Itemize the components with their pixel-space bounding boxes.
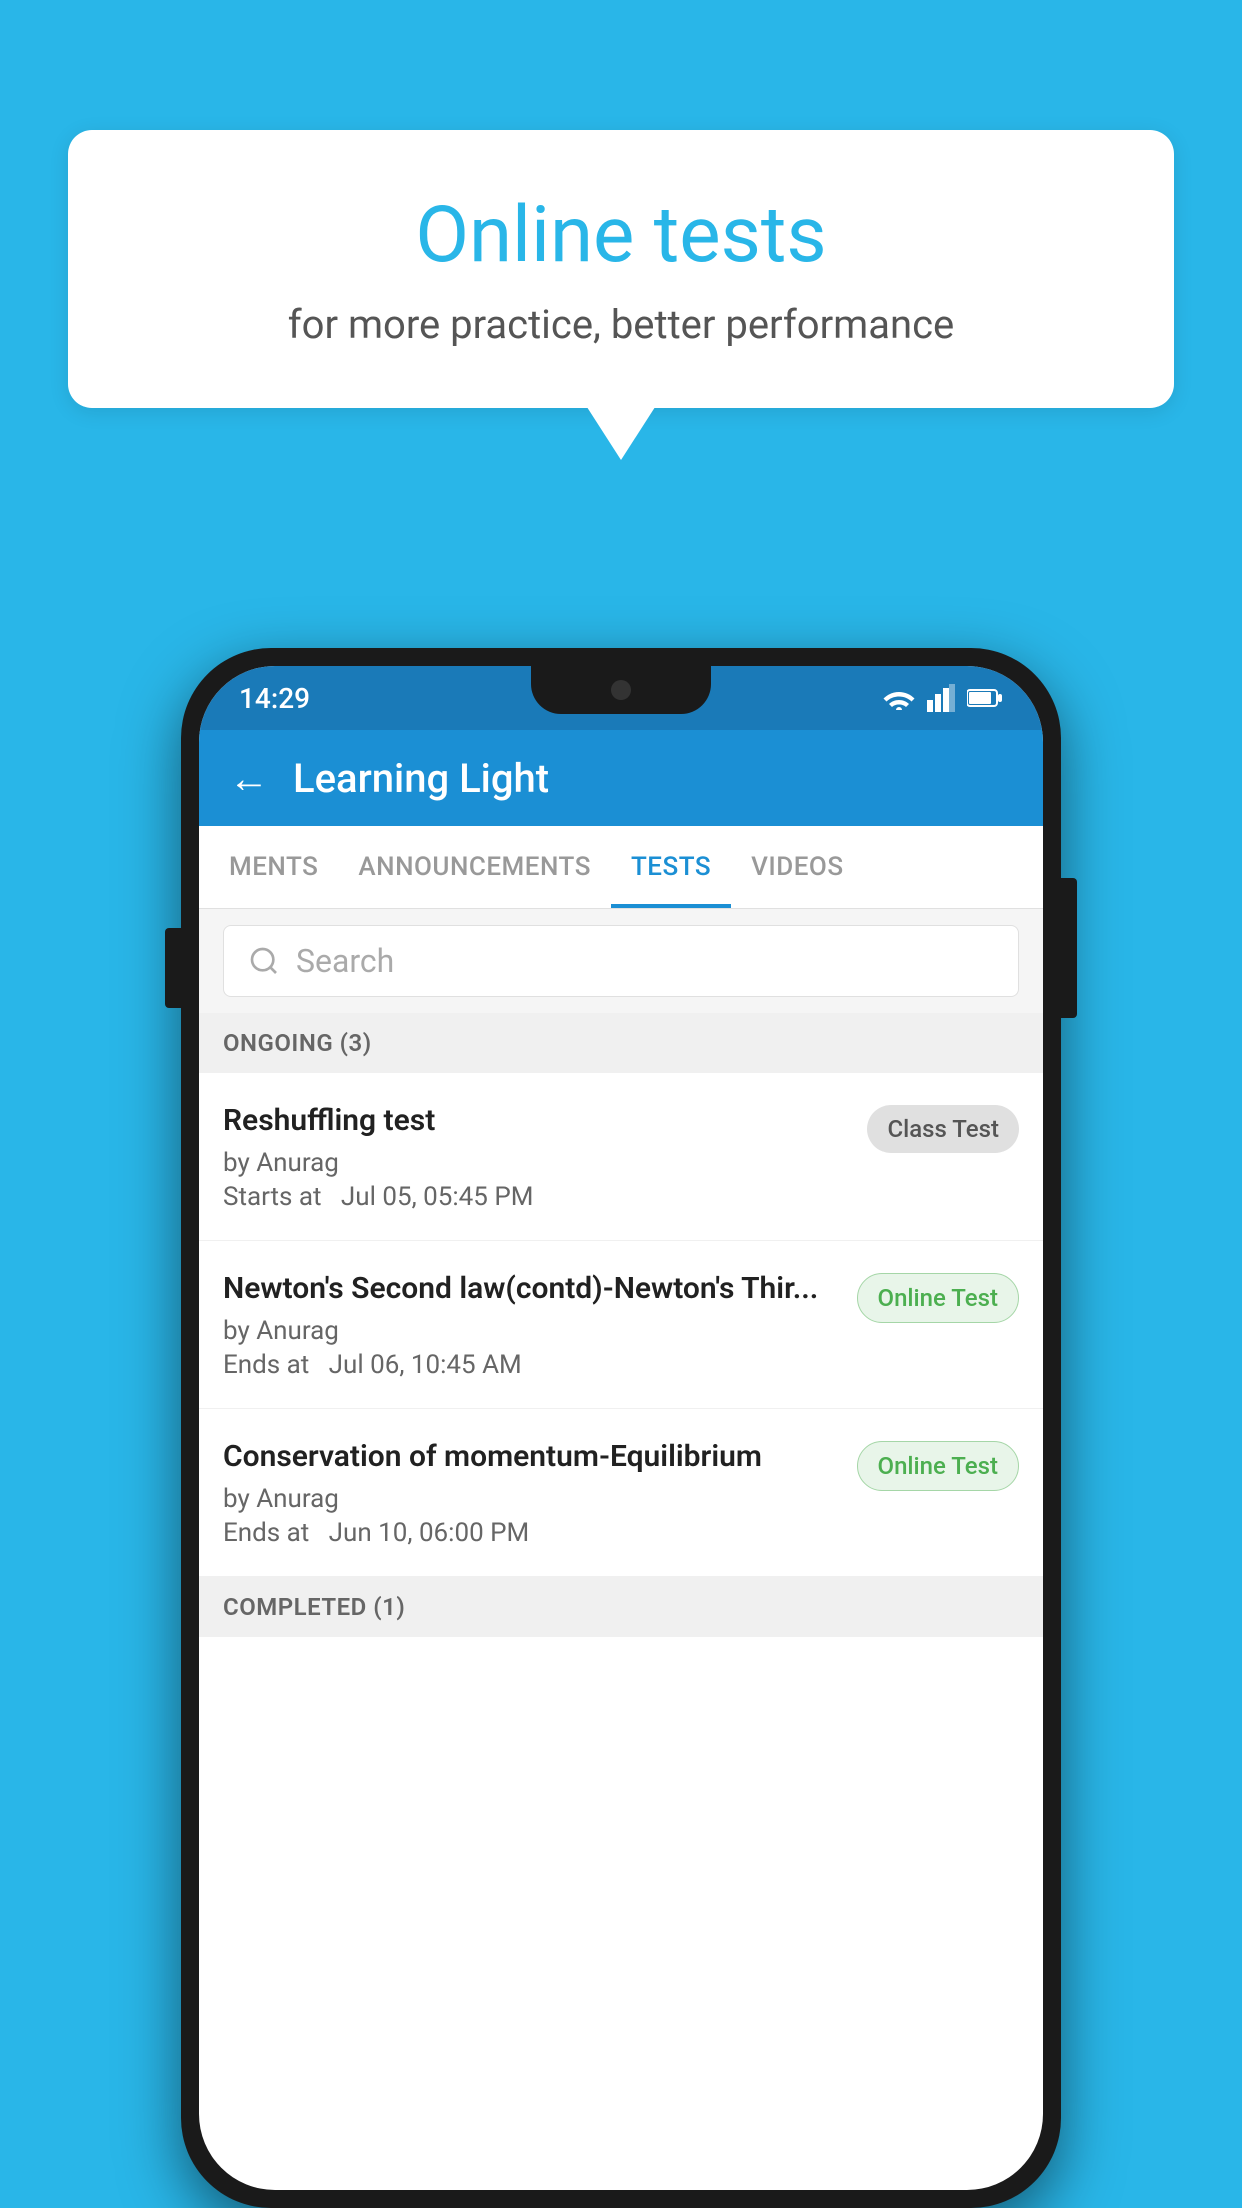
signal-icon (927, 684, 955, 712)
battery-icon (967, 688, 1003, 708)
phone-screen: 14:29 (199, 666, 1043, 2190)
speech-bubble-container: Online tests for more practice, better p… (68, 130, 1174, 408)
test-badge-online: Online Test (857, 1273, 1019, 1323)
test-info: Reshuffling test by Anurag Starts at Jul… (223, 1101, 867, 1212)
back-button[interactable]: ← (229, 755, 269, 802)
phone-frame: 14:29 (181, 648, 1061, 2208)
test-list: Reshuffling test by Anurag Starts at Jul… (199, 1073, 1043, 1577)
test-item[interactable]: Newton's Second law(contd)-Newton's Thir… (199, 1241, 1043, 1409)
speech-bubble-title: Online tests (148, 190, 1094, 281)
test-item[interactable]: Reshuffling test by Anurag Starts at Jul… (199, 1073, 1043, 1241)
completed-title: COMPLETED (1) (223, 1593, 405, 1621)
tab-announcements[interactable]: ANNOUNCEMENTS (338, 826, 611, 908)
test-date: Starts at Jul 05, 05:45 PM (223, 1182, 847, 1212)
completed-section-header: COMPLETED (1) (199, 1577, 1043, 1637)
wifi-icon (883, 686, 915, 710)
test-badge-class: Class Test (867, 1105, 1019, 1153)
search-icon (248, 945, 280, 977)
test-author: by Anurag (223, 1484, 837, 1514)
test-name: Conservation of momentum-Equilibrium (223, 1437, 837, 1476)
ongoing-section-header: ONGOING (3) (199, 1013, 1043, 1073)
app-bar: ← Learning Light (199, 730, 1043, 826)
camera (611, 680, 631, 700)
status-time: 14:29 (239, 682, 310, 715)
test-name: Reshuffling test (223, 1101, 847, 1140)
tab-tests[interactable]: TESTS (611, 826, 731, 908)
notch (531, 666, 711, 714)
search-box[interactable]: Search (223, 925, 1019, 997)
status-icons (883, 684, 1003, 712)
speech-bubble-subtitle: for more practice, better performance (148, 301, 1094, 348)
test-author: by Anurag (223, 1148, 847, 1178)
tab-ments[interactable]: MENTS (209, 826, 338, 908)
status-bar: 14:29 (199, 666, 1043, 730)
tab-videos[interactable]: VIDEOS (731, 826, 863, 908)
test-author: by Anurag (223, 1316, 837, 1346)
tabs-container: MENTS ANNOUNCEMENTS TESTS VIDEOS (199, 826, 1043, 909)
ongoing-title: ONGOING (3) (223, 1029, 372, 1057)
test-date: Ends at Jul 06, 10:45 AM (223, 1350, 837, 1380)
test-info: Conservation of momentum-Equilibrium by … (223, 1437, 857, 1548)
test-item[interactable]: Conservation of momentum-Equilibrium by … (199, 1409, 1043, 1577)
search-container: Search (199, 909, 1043, 1013)
test-date: Ends at Jun 10, 06:00 PM (223, 1518, 837, 1548)
speech-bubble: Online tests for more practice, better p… (68, 130, 1174, 408)
test-info: Newton's Second law(contd)-Newton's Thir… (223, 1269, 857, 1380)
test-name: Newton's Second law(contd)-Newton's Thir… (223, 1269, 837, 1308)
test-badge-online: Online Test (857, 1441, 1019, 1491)
search-placeholder: Search (296, 942, 394, 980)
app-bar-title: Learning Light (293, 755, 549, 802)
phone-outer: 14:29 (181, 648, 1061, 2208)
